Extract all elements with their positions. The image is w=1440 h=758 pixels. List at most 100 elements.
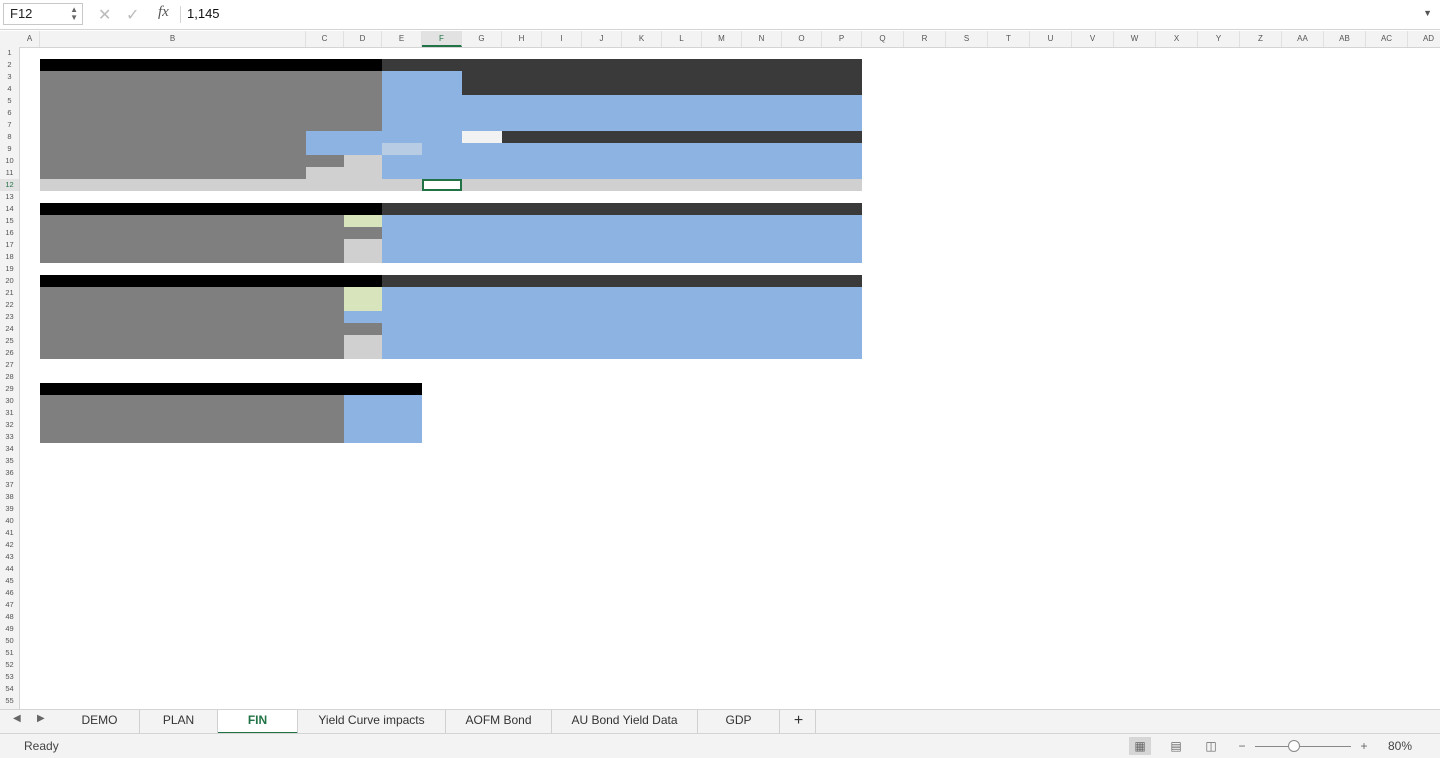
value-cell[interactable] (622, 227, 662, 239)
row-header[interactable]: 40 (0, 515, 19, 527)
row-label[interactable] (40, 431, 344, 443)
value-cell[interactable] (382, 155, 422, 167)
value-cell[interactable] (502, 239, 542, 251)
row-header[interactable]: 30 (0, 395, 19, 407)
zoom-out-icon[interactable]: − (1231, 737, 1253, 755)
column-header[interactable]: L (662, 31, 702, 47)
value-cell[interactable] (422, 287, 462, 299)
value-cell[interactable] (422, 131, 462, 143)
value-cell[interactable] (382, 227, 422, 239)
value-cell[interactable] (662, 179, 702, 191)
value-cell[interactable] (502, 179, 542, 191)
row-header[interactable]: 31 (0, 407, 19, 419)
value-cell[interactable] (822, 299, 862, 311)
column-header[interactable]: X (1156, 31, 1198, 47)
value-cell[interactable] (582, 131, 622, 143)
value-cell[interactable] (662, 287, 702, 299)
row-label[interactable] (40, 83, 306, 95)
param-cell[interactable] (344, 347, 382, 359)
month-header[interactable] (662, 275, 702, 287)
value-cell[interactable] (502, 311, 542, 323)
value-cell[interactable] (622, 167, 662, 179)
value-cell[interactable] (582, 239, 622, 251)
row-header[interactable]: 16 (0, 227, 19, 239)
value-cell[interactable] (702, 311, 742, 323)
value-cell[interactable] (702, 347, 742, 359)
row-header[interactable]: 55 (0, 695, 19, 707)
value-cell[interactable] (582, 83, 622, 95)
value-cell[interactable] (782, 239, 822, 251)
value-cell[interactable] (542, 119, 582, 131)
month-header[interactable] (542, 203, 582, 215)
row-header[interactable]: 17 (0, 239, 19, 251)
row-header[interactable]: 1 (0, 47, 19, 59)
value-cell[interactable] (622, 239, 662, 251)
row-header[interactable]: 32 (0, 419, 19, 431)
section-title[interactable] (40, 59, 306, 71)
normal-view-icon[interactable]: ▦ (1129, 737, 1151, 755)
value-cell[interactable] (582, 167, 622, 179)
value-cell[interactable] (622, 251, 662, 263)
value-cell[interactable] (782, 311, 822, 323)
value-cell[interactable] (782, 227, 822, 239)
value-cell[interactable] (622, 287, 662, 299)
value-cell[interactable] (782, 251, 822, 263)
row-label[interactable] (40, 131, 306, 143)
value-cell[interactable] (782, 215, 822, 227)
column-header[interactable]: R (904, 31, 946, 47)
value-cell[interactable] (782, 95, 822, 107)
value-cell[interactable] (542, 335, 582, 347)
param-cell[interactable] (344, 251, 382, 263)
month-header[interactable] (782, 275, 822, 287)
value-cell[interactable] (422, 335, 462, 347)
month-header[interactable] (742, 203, 782, 215)
param-cell[interactable] (306, 251, 344, 263)
value-cell[interactable] (822, 143, 862, 155)
value-cell[interactable] (502, 323, 542, 335)
value-cell[interactable] (382, 335, 422, 347)
column-header[interactable]: E (382, 31, 422, 47)
value-cell[interactable] (662, 323, 702, 335)
row-header[interactable]: 34 (0, 443, 19, 455)
row-label[interactable] (40, 107, 306, 119)
value-cell[interactable] (502, 299, 542, 311)
value-cell[interactable] (382, 419, 422, 431)
chevron-down-icon[interactable]: ▼ (1423, 8, 1432, 18)
row-header[interactable]: 25 (0, 335, 19, 347)
column-header[interactable]: H (502, 31, 542, 47)
param-cell[interactable] (306, 287, 344, 299)
value-cell[interactable] (742, 71, 782, 83)
month-header[interactable] (502, 203, 542, 215)
value-cell[interactable] (502, 167, 542, 179)
month-header[interactable] (382, 275, 422, 287)
value-cell[interactable] (502, 335, 542, 347)
param-cell[interactable] (344, 287, 382, 299)
value-cell[interactable] (822, 71, 862, 83)
value-cell[interactable] (782, 107, 822, 119)
value-cell[interactable] (662, 347, 702, 359)
value-cell[interactable] (582, 179, 622, 191)
param-cell[interactable] (306, 323, 344, 335)
row-header[interactable]: 46 (0, 587, 19, 599)
header-cell[interactable] (344, 203, 382, 215)
value-cell[interactable] (542, 107, 582, 119)
value-cell[interactable] (462, 251, 502, 263)
row-header[interactable]: 26 (0, 347, 19, 359)
value-cell[interactable] (502, 287, 542, 299)
month-header[interactable] (742, 275, 782, 287)
value-cell[interactable] (582, 335, 622, 347)
value-cell[interactable] (422, 323, 462, 335)
header-cell[interactable] (344, 275, 382, 287)
value-cell[interactable] (742, 83, 782, 95)
zoom-in-icon[interactable]: + (1353, 737, 1375, 755)
value-cell[interactable] (502, 155, 542, 167)
row-header[interactable]: 7 (0, 119, 19, 131)
value-cell[interactable] (702, 107, 742, 119)
param-cell[interactable] (344, 227, 382, 239)
value-cell[interactable] (462, 179, 502, 191)
param-cell[interactable] (344, 143, 382, 155)
value-cell[interactable] (822, 119, 862, 131)
row-header[interactable]: 8 (0, 131, 19, 143)
row-header[interactable]: 3 (0, 71, 19, 83)
value-cell[interactable] (622, 95, 662, 107)
